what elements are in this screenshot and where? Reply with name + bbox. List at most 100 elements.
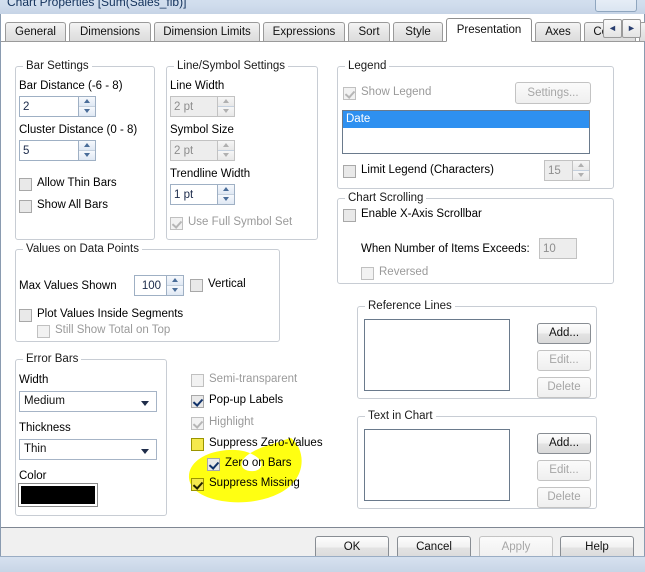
trendline-width-label: Trendline Width — [170, 168, 251, 180]
tab-scroll-right-icon[interactable]: ► — [622, 19, 641, 38]
bar-settings-title: Bar Settings — [23, 60, 92, 72]
window-titlebar: Chart Properties [Sum(Sales_flb)] — [0, 0, 645, 15]
plot-values-inside-segments-label: Plot Values Inside Segments — [37, 308, 184, 320]
limit-legend-checkbox[interactable] — [343, 165, 356, 178]
dialog-client-area: General Dimensions Dimension Limits Expr… — [0, 14, 645, 572]
highlight-checkbox — [191, 417, 204, 430]
use-full-symbol-set-checkbox — [170, 217, 183, 230]
text-in-chart-title: Text in Chart — [365, 410, 436, 422]
use-full-symbol-set-label: Use Full Symbol Set — [188, 216, 293, 228]
window-title: Chart Properties [Sum(Sales_flb)] — [7, 0, 187, 9]
reference-lines-add-button[interactable]: Add... — [537, 323, 591, 344]
reference-lines-listbox[interactable] — [364, 319, 510, 391]
error-bars-color-swatch[interactable] — [18, 483, 98, 507]
tab-strip-underline — [1, 41, 644, 42]
tab-dimension-limits[interactable]: Dimension Limits — [154, 22, 260, 41]
error-bars-width-select[interactable]: Medium — [19, 391, 157, 412]
window-restore-button[interactable] — [595, 0, 637, 12]
show-legend-checkbox — [343, 87, 356, 100]
error-bars-thickness-label: Thickness — [19, 422, 71, 434]
suppress-missing-checkbox[interactable] — [191, 478, 204, 491]
error-bars-title: Error Bars — [23, 353, 82, 365]
error-bars-width-label: Width — [19, 374, 49, 386]
spinner-down-icon[interactable] — [167, 285, 183, 295]
zero-on-bars-checkbox[interactable] — [207, 458, 220, 471]
tab-presentation[interactable]: Presentation — [446, 18, 532, 42]
text-in-chart-listbox[interactable] — [364, 429, 510, 501]
suppress-zero-values-label: Suppress Zero-Values — [209, 437, 323, 449]
spinner-down-icon — [218, 106, 234, 116]
tab-axes[interactable]: Axes — [535, 22, 581, 41]
symbol-size-spinner — [218, 140, 235, 161]
symbol-size-label: Symbol Size — [170, 124, 234, 136]
spinner-up-icon[interactable] — [218, 185, 234, 195]
cluster-distance-spinner[interactable] — [79, 140, 96, 161]
tab-expressions[interactable]: Expressions — [263, 22, 345, 41]
error-bars-thickness-select[interactable]: Thin — [19, 439, 157, 460]
tab-general[interactable]: General — [5, 22, 66, 41]
vertical-checkbox[interactable] — [190, 279, 203, 292]
spinner-up-icon[interactable] — [79, 141, 95, 151]
cluster-distance-input[interactable]: 5 — [19, 140, 79, 161]
show-all-bars-checkbox[interactable] — [19, 200, 32, 213]
tab-dimensions[interactable]: Dimensions — [69, 22, 151, 41]
enable-x-axis-scrollbar-checkbox[interactable] — [343, 209, 356, 222]
tab-sort[interactable]: Sort — [348, 22, 390, 41]
spinner-down-icon — [218, 150, 234, 160]
spinner-up-icon — [218, 141, 234, 151]
chevron-down-icon[interactable] — [141, 449, 149, 454]
allow-thin-bars-checkbox[interactable] — [19, 178, 32, 191]
bar-distance-spinner[interactable] — [79, 96, 96, 117]
tab-scroll-left-icon[interactable]: ◄ — [603, 19, 622, 38]
zero-on-bars-label: Zero on Bars — [225, 457, 292, 469]
max-values-shown-spinner[interactable] — [167, 275, 184, 296]
dialog-statusbar — [0, 556, 645, 572]
popup-labels-label: Pop-up Labels — [209, 394, 284, 406]
reference-lines-edit-button: Edit... — [537, 350, 591, 371]
spinner-up-icon[interactable] — [167, 276, 183, 286]
line-width-input: 2 pt — [170, 96, 218, 117]
line-width-label: Line Width — [170, 80, 225, 92]
legend-list-item[interactable]: Date — [343, 111, 589, 128]
reference-lines-title: Reference Lines — [365, 300, 455, 312]
spinner-down-icon — [573, 170, 589, 180]
enable-x-axis-scrollbar-label: Enable X-Axis Scrollbar — [361, 208, 482, 220]
legend-listbox[interactable]: Date — [342, 110, 590, 154]
plot-values-inside-segments-checkbox[interactable] — [19, 309, 32, 322]
bar-distance-input[interactable]: 2 — [19, 96, 79, 117]
error-bars-width-value: Medium — [24, 395, 65, 407]
popup-labels-checkbox[interactable] — [191, 395, 204, 408]
spinner-up-icon[interactable] — [79, 97, 95, 107]
tab-bar: General Dimensions Dimension Limits Expr… — [1, 18, 645, 42]
semi-transparent-label: Semi-transparent — [209, 373, 298, 385]
text-in-chart-add-button[interactable]: Add... — [537, 433, 591, 454]
legend-settings-button: Settings... — [515, 82, 591, 104]
spinner-down-icon[interactable] — [218, 194, 234, 204]
max-values-shown-label: Max Values Shown — [19, 280, 117, 292]
semi-transparent-checkbox — [191, 374, 204, 387]
trendline-width-spinner[interactable] — [218, 184, 235, 205]
vertical-label: Vertical — [208, 278, 246, 290]
tab-style[interactable]: Style — [393, 22, 443, 41]
values-on-data-points-title: Values on Data Points — [23, 243, 142, 255]
reversed-label: Reversed — [379, 266, 429, 278]
chevron-down-icon[interactable] — [141, 401, 149, 406]
spinner-up-icon — [573, 161, 589, 171]
spinner-down-icon[interactable] — [79, 106, 95, 116]
trendline-width-input[interactable]: 1 pt — [170, 184, 218, 205]
error-bars-thickness-value: Thin — [24, 443, 47, 455]
suppress-zero-values-checkbox[interactable] — [191, 438, 204, 451]
legend-title: Legend — [345, 60, 390, 72]
line-width-spinner — [218, 96, 235, 117]
highlight-label: Highlight — [209, 416, 254, 428]
cluster-distance-label: Cluster Distance (0 - 8) — [19, 124, 138, 136]
max-values-shown-input[interactable]: 100 — [134, 275, 167, 296]
error-bars-color-label: Color — [19, 470, 47, 482]
spinner-down-icon[interactable] — [79, 150, 95, 160]
suppress-missing-label: Suppress Missing — [209, 477, 300, 489]
show-all-bars-label: Show All Bars — [37, 199, 108, 211]
text-in-chart-delete-button: Delete — [537, 487, 591, 508]
spinner-up-icon — [218, 97, 234, 107]
show-legend-label: Show Legend — [361, 86, 432, 98]
text-in-chart-edit-button: Edit... — [537, 460, 591, 481]
